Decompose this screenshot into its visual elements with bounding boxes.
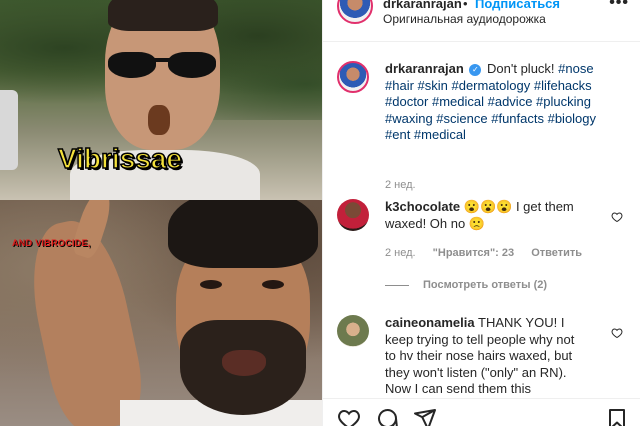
comment-text: THANK YOU! I (478, 315, 565, 330)
comment-time: 2 нед. (385, 247, 416, 259)
comments-list[interactable]: drkaranrajan ✓ Don't pluck! #nose #hair … (323, 43, 640, 398)
comment-likes[interactable]: "Нравится": 23 (433, 247, 514, 259)
video-frame-top: Vibrissae (0, 0, 322, 200)
heart-icon[interactable] (611, 327, 623, 339)
hashtag-link[interactable]: #nose (558, 61, 593, 76)
heart-icon[interactable] (611, 211, 623, 223)
hashtag-line[interactable]: #hair #skin #dermatology #lifehacks (385, 78, 592, 93)
like-button[interactable] (337, 407, 361, 426)
comment-button[interactable] (375, 407, 399, 426)
sunglasses (108, 52, 216, 80)
save-button[interactable] (605, 407, 629, 426)
heart-icon (338, 409, 360, 426)
more-icon[interactable]: ••• (609, 0, 629, 12)
comment-text: Now I can send them this (385, 381, 531, 396)
comment-meta: 2 нед. "Нравится": 23 Ответить (385, 247, 596, 259)
comment-text: to hv their nose hairs waxed, but (385, 348, 573, 363)
author-username[interactable]: drkaranrajan (383, 0, 462, 11)
commenter-avatar[interactable] (337, 199, 369, 231)
video-caption-vibrocide: AND VIBROCIDE, (12, 238, 91, 248)
follow-button[interactable]: Подписаться (475, 0, 560, 11)
comment-text: waxed! Oh no 🙁 (385, 215, 486, 231)
caption-text: Don't pluck! (487, 61, 555, 76)
caption-time: 2 нед. (385, 179, 416, 191)
share-button[interactable] (413, 407, 437, 426)
commenter-avatar[interactable] (337, 315, 369, 347)
doctor-mouth (222, 350, 266, 376)
video-caption-vibrissae: Vibrissae (57, 142, 183, 175)
hashtag-line[interactable]: #ent #medical (385, 127, 466, 142)
commenter-username[interactable]: caineonamelia (385, 315, 475, 330)
reply-button[interactable]: Ответить (531, 247, 582, 259)
comment-text: 😮😮😮 I get them (463, 199, 574, 214)
audio-link[interactable]: Оригинальная аудиодорожка (383, 12, 546, 26)
comment-text: they won't listen ("only" an RN). (385, 364, 567, 380)
comment-icon (378, 409, 398, 426)
hashtag-line[interactable]: #doctor #medical #advice #plucking (385, 94, 591, 109)
author-avatar[interactable] (337, 0, 373, 24)
caption-username[interactable]: drkaranrajan (385, 61, 464, 76)
post-header: drkaranrajan • Подписаться Оригинальная … (323, 0, 640, 42)
header-dot: • (463, 0, 468, 11)
video-frame-bottom: AND VIBROCIDE, (0, 200, 322, 426)
verified-icon: ✓ (469, 63, 482, 76)
person-hair (108, 0, 218, 31)
nose-wax-strip (148, 105, 170, 135)
commenter-username[interactable]: k3chocolate (385, 199, 460, 214)
view-replies-button[interactable]: Посмотреть ответы (2) (385, 279, 547, 291)
caption-avatar[interactable] (337, 61, 369, 93)
action-bar (323, 398, 640, 426)
bookmark-icon (609, 409, 625, 426)
share-icon (414, 409, 436, 426)
doctor-hair (168, 200, 318, 268)
post-sidebar: drkaranrajan • Подписаться Оригинальная … (322, 0, 640, 426)
comment-text: keep trying to tell people why not (385, 331, 575, 347)
hashtag-line[interactable]: #waxing #science #funfacts #biology (385, 111, 596, 126)
post-media[interactable]: Vibrissae AND VIBROCIDE, (0, 0, 322, 426)
